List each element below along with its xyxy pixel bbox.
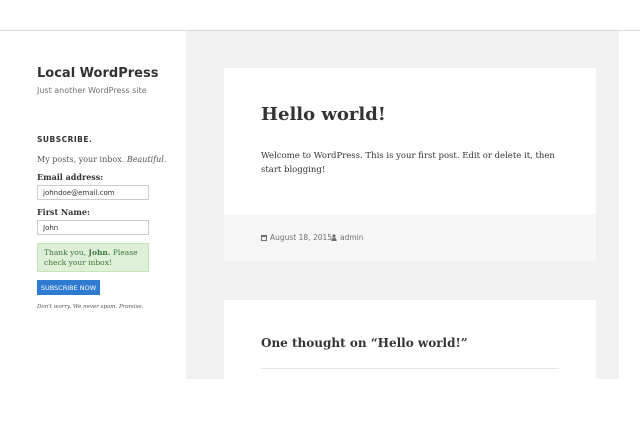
sidebar xyxy=(0,31,186,379)
comments-title: One thought on “Hello world!” xyxy=(261,336,468,350)
post-author-text: admin xyxy=(340,233,364,242)
email-label: Email address: xyxy=(37,172,104,182)
success-prefix: Thank you, xyxy=(44,248,89,257)
post-content: Welcome to WordPress. This is your first… xyxy=(261,151,555,175)
no-spam-note: Don't worry. We never spam. Promise. xyxy=(37,304,144,310)
top-bar xyxy=(0,0,640,31)
subscribe-intro-text: My posts, your inbox. xyxy=(37,155,127,164)
subscribe-intro-emphasis: Beautiful. xyxy=(126,155,167,164)
success-message: Thank you, John. Please check your inbox… xyxy=(37,243,149,272)
subscribe-widget-title: SUBSCRIBE. xyxy=(37,135,93,144)
calendar-icon xyxy=(261,234,267,241)
subscribe-intro: My posts, your inbox. Beautiful. xyxy=(37,155,166,164)
email-field[interactable] xyxy=(37,185,149,200)
post-title[interactable]: Hello world! xyxy=(261,104,386,125)
first-name-field[interactable] xyxy=(37,220,149,235)
post-author[interactable]: admin xyxy=(331,233,364,242)
success-name: John. xyxy=(88,248,111,257)
user-icon xyxy=(331,234,337,241)
first-name-label: First Name: xyxy=(37,207,90,217)
site-description: Just another WordPress site xyxy=(37,86,147,95)
subscribe-now-button[interactable]: SUBSCRIBE NOW xyxy=(37,280,100,295)
post-card: Hello world! Welcome to WordPress. This … xyxy=(224,68,596,214)
main-content: Hello world! Welcome to WordPress. This … xyxy=(186,31,619,379)
right-margin xyxy=(619,31,640,379)
site-title[interactable]: Local WordPress xyxy=(37,66,158,81)
comments-divider xyxy=(261,368,559,369)
post-meta: August 18, 2015 admin xyxy=(224,214,596,262)
comments-section: One thought on “Hello world!” xyxy=(224,300,596,379)
post-date[interactable]: August 18, 2015 xyxy=(261,233,332,242)
post-date-text: August 18, 2015 xyxy=(270,233,333,242)
